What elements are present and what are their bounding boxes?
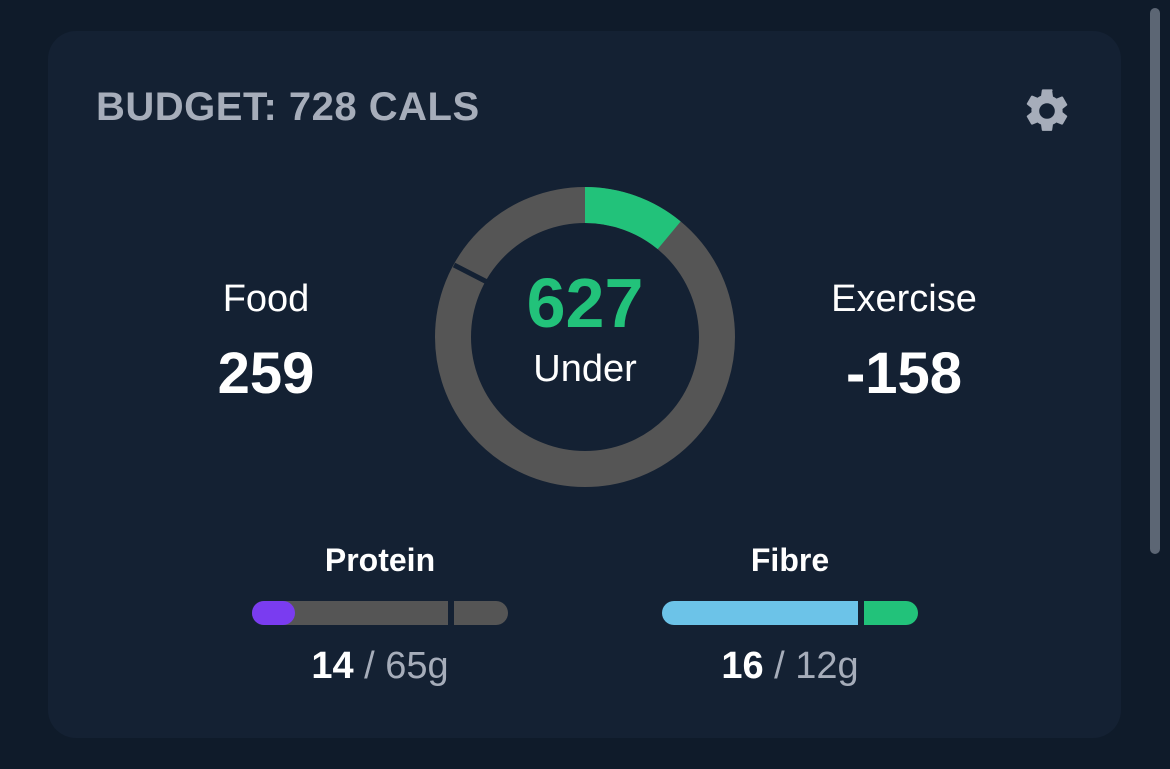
protein-bar [252, 601, 508, 625]
scrollbar[interactable] [1150, 8, 1160, 554]
fibre-label: Fibre [750, 542, 830, 578]
remaining-label: Under [533, 348, 637, 390]
ring-center: 627 Under [434, 263, 736, 391]
remaining-value: 627 [526, 264, 644, 342]
exercise-stat: Exercise -158 [784, 277, 1024, 409]
protein-fill [252, 601, 295, 625]
budget-title: BUDGET: 728 CALS [96, 85, 480, 129]
food-stat: Food 259 [146, 277, 386, 409]
macro-protein: Protein 14 / 65g [252, 540, 508, 689]
fibre-fill [662, 601, 858, 625]
protein-values: 14 / 65g [252, 643, 508, 689]
budget-card: BUDGET: 728 CALS Food 259 627 Under Exer… [48, 31, 1121, 738]
fibre-target: 12g [795, 645, 859, 687]
protein-label: Protein [324, 542, 436, 578]
fibre-bar [662, 601, 918, 625]
protein-track-end [454, 601, 508, 625]
fibre-separator: / [763, 645, 796, 687]
food-label: Food [222, 278, 310, 320]
fibre-overflow [864, 601, 918, 625]
gear-icon[interactable] [1021, 85, 1073, 137]
macro-fibre: Fibre 16 / 12g [662, 540, 918, 689]
exercise-value: -158 [845, 341, 963, 406]
protein-separator: / [353, 645, 386, 687]
protein-target: 65g [385, 645, 449, 687]
fibre-current: 16 [721, 645, 764, 687]
protein-current: 14 [311, 645, 354, 687]
exercise-label: Exercise [831, 278, 977, 320]
fibre-values: 16 / 12g [662, 643, 918, 689]
food-value: 259 [217, 341, 315, 406]
